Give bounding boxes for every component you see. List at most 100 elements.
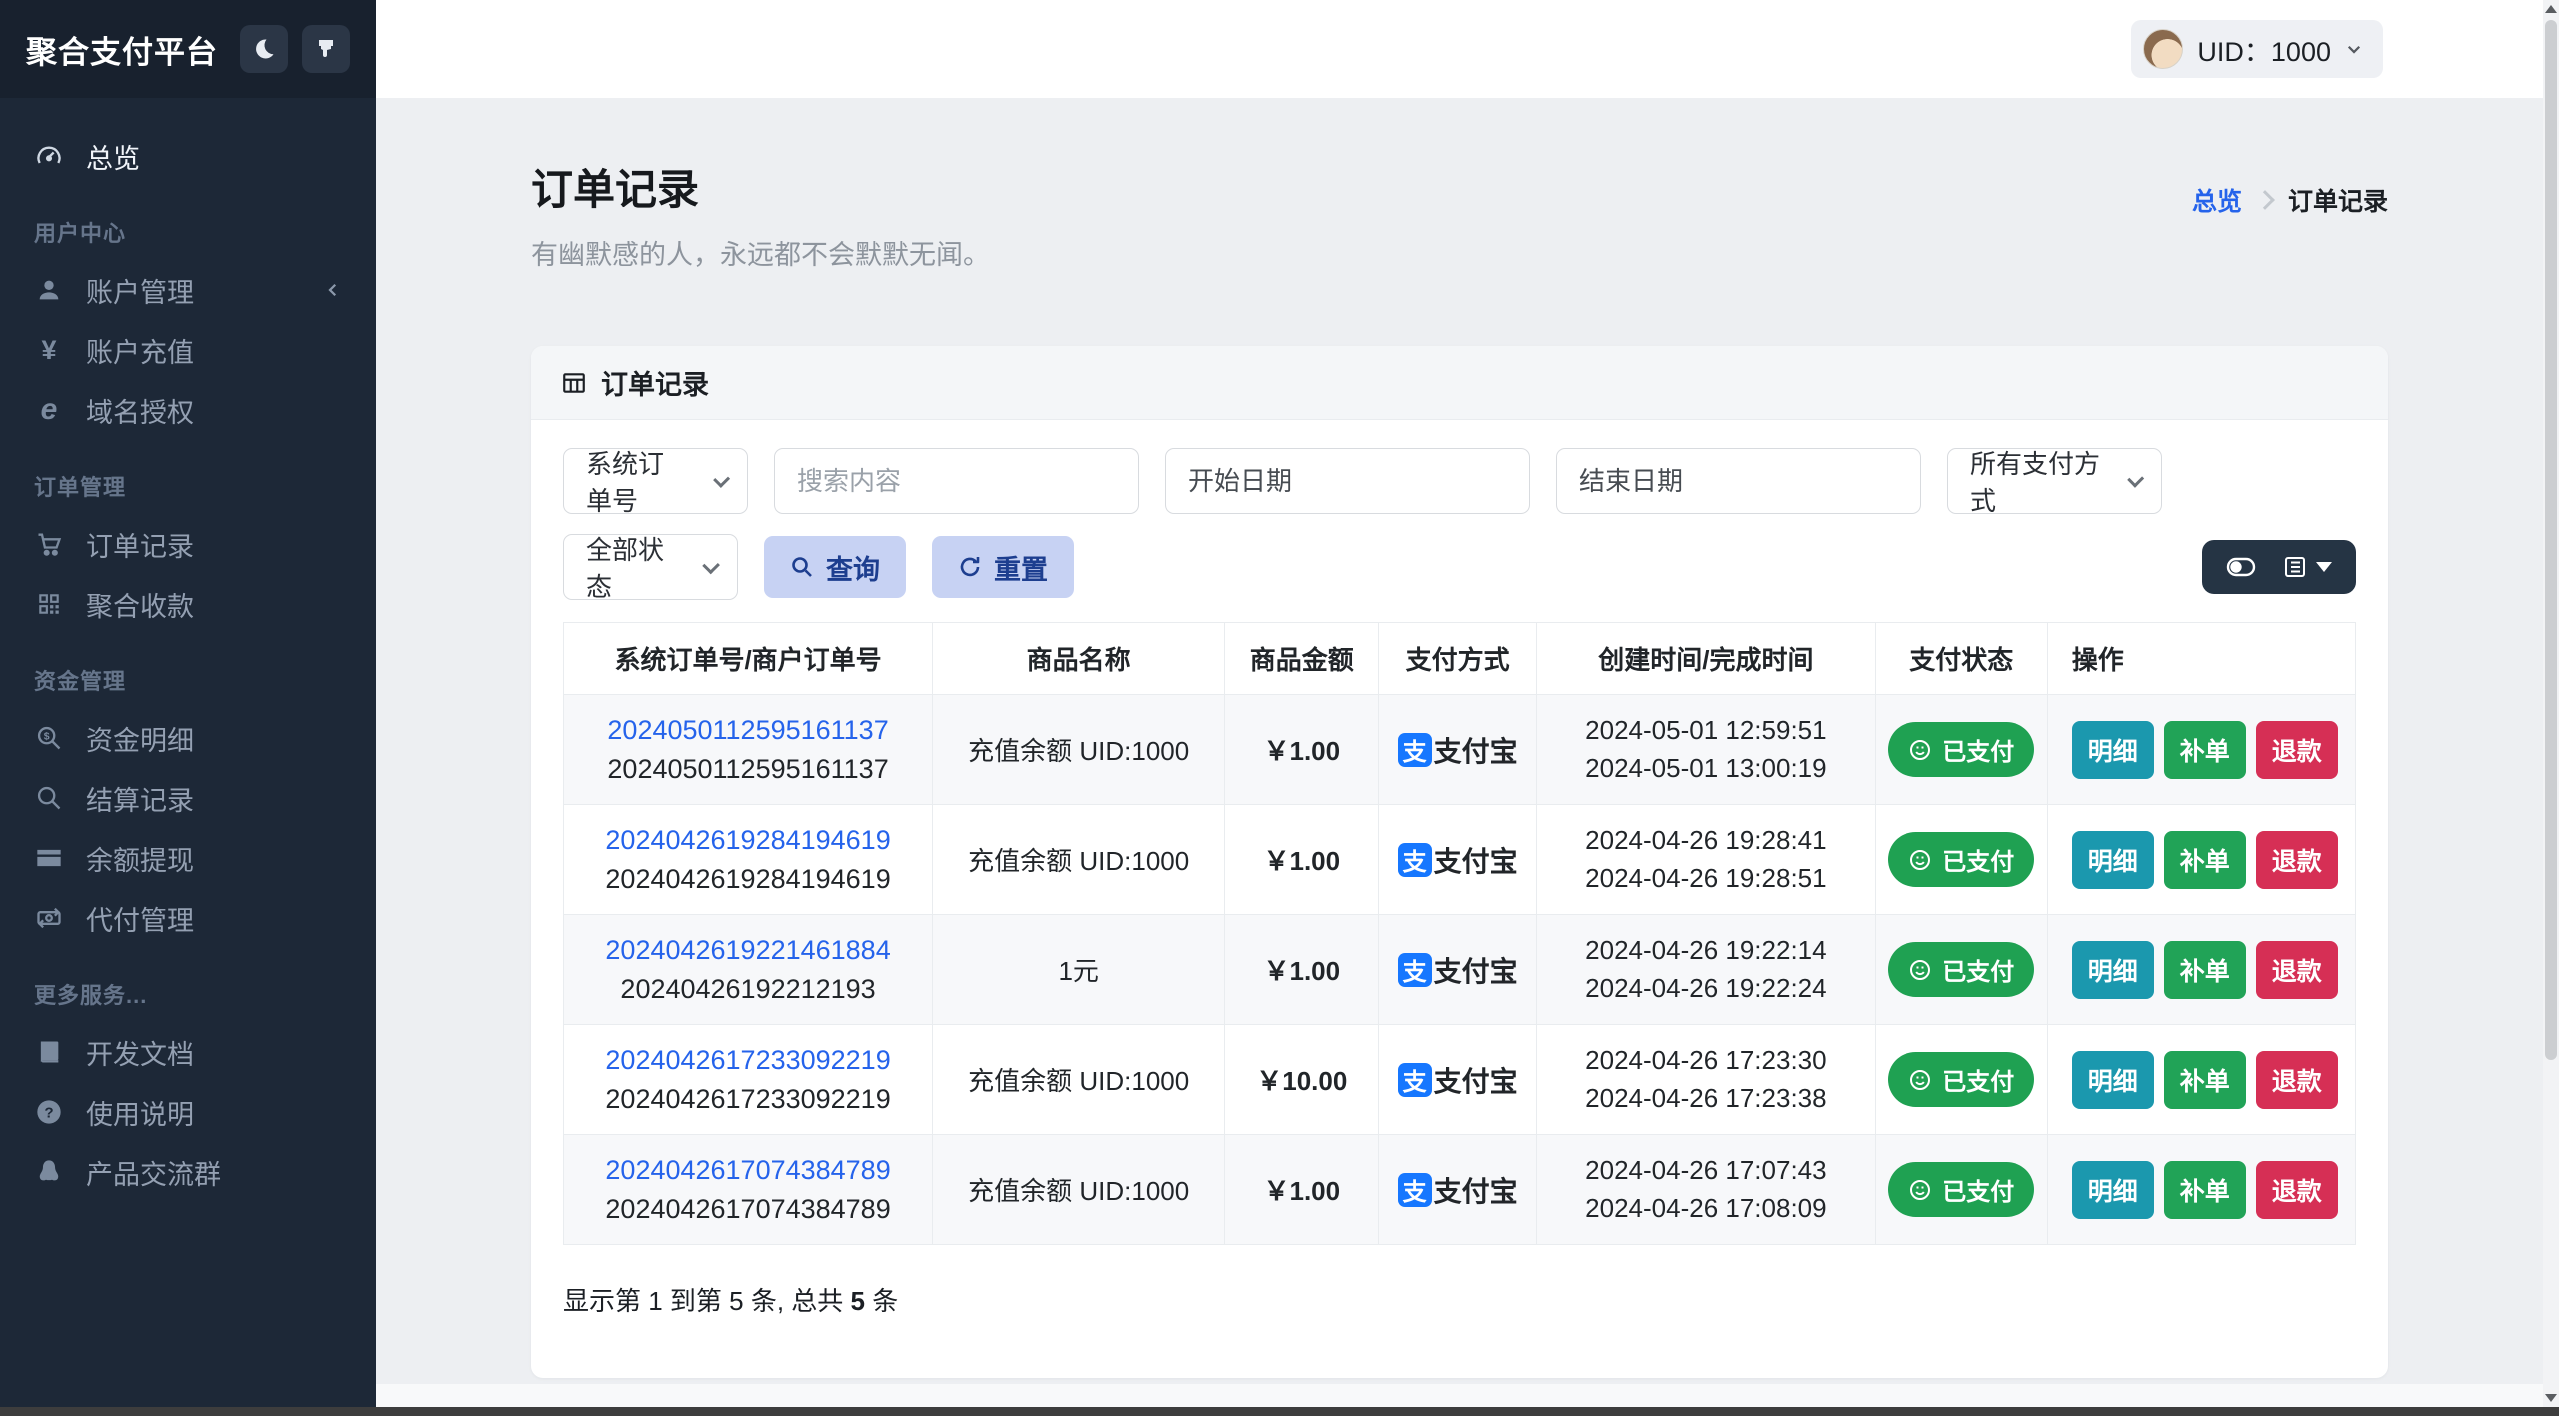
search-dollar-icon: $ [34,724,64,752]
breadcrumb-root[interactable]: 总览 [2192,182,2242,218]
svg-text:?: ? [44,1104,53,1121]
refund-button[interactable]: 退款 [2255,720,2338,779]
search-icon [34,784,64,812]
order-sys-link[interactable]: 2024042617233092219 [576,1045,920,1076]
search-type-select[interactable]: 系统订单号 [563,448,748,516]
reissue-button[interactable]: 补单 [2163,720,2246,779]
svg-text:$: $ [44,731,50,743]
detail-button[interactable]: 明细 [2071,1160,2154,1219]
pagination-summary: 显示第 1 到第 5 条, 总共 5 条 [563,1286,899,1316]
scroll-down-arrow[interactable] [2543,1389,2559,1407]
sidebar-item-dev-docs[interactable]: 开发文档 [0,1022,376,1082]
chevron-down-icon [713,470,731,488]
theme-button[interactable] [302,25,350,73]
sidebar-nav: 总览 用户中心 账户管理 ¥ 账户充值 e 域名授权 订单管理 订单记录 聚合收… [0,98,376,1202]
orders-card: 订单记录 系统订单号 所有支付方式 [531,346,2388,1378]
product-amount: ￥1.00 [1224,804,1380,915]
sidebar-item-label: 总览 [86,143,140,174]
status-select[interactable]: 全部状态 [563,534,738,602]
user-menu-button[interactable]: UID：1000 [2131,20,2383,78]
toggle-view-button[interactable] [2226,556,2256,578]
table-grid-icon [561,370,587,396]
chevron-right-icon [2255,190,2275,210]
reissue-button[interactable]: 补单 [2163,940,2246,999]
main-area: 订单记录 有幽默感的人，永远都不会默默无闻。 总览 订单记录 订单记录 系统订单… [376,98,2543,1386]
reissue-button[interactable]: 补单 [2163,1050,2246,1109]
reissue-button[interactable]: 补单 [2163,830,2246,889]
toggle-icon [2226,556,2256,578]
columns-dropdown-button[interactable] [2282,555,2332,579]
start-date-input[interactable] [1165,448,1530,514]
smiley-icon [1908,848,1932,872]
search-input[interactable] [774,448,1139,514]
detail-button[interactable]: 明细 [2071,830,2154,889]
table-toolbar [2202,540,2356,594]
order-mch-no: 20240426192212193 [620,973,876,1004]
col-order-no: 系统订单号/商户订单号 [562,622,934,695]
scrollbar-thumb[interactable] [2545,20,2557,1060]
sidebar-item-product-group[interactable]: 产品交流群 [0,1142,376,1202]
sidebar-item-balance-withdraw[interactable]: 余额提现 [0,828,376,888]
sidebar-item-fund-details[interactable]: $ 资金明细 [0,708,376,768]
end-date-input[interactable] [1556,448,1921,514]
pay-method-select[interactable]: 所有支付方式 [1947,448,2162,516]
status-badge: 已支付 [1888,1052,2035,1107]
chevron-down-icon [702,556,720,574]
detail-button[interactable]: 明细 [2071,940,2154,999]
detail-button[interactable]: 明细 [2071,1050,2154,1109]
reset-button[interactable]: 重置 [932,536,1074,598]
sidebar-item-overview[interactable]: 总览 [0,126,376,186]
orders-table: 系统订单号/商户订单号 商品名称 商品金额 支付方式 创建时间/完成时间 支付状… [562,622,2357,1245]
sidebar-item-usage-guide[interactable]: ? 使用说明 [0,1082,376,1142]
sidebar-item-label: 余额提现 [86,845,194,876]
sidebar-item-payout-manage[interactable]: 代付管理 [0,888,376,948]
refund-button[interactable]: 退款 [2255,1160,2338,1219]
scroll-up-arrow[interactable] [2543,0,2559,18]
col-amount: 商品金额 [1224,622,1380,695]
order-times: 2024-05-01 12:59:51 2024-05-01 13:00:19 [1536,694,1876,805]
table-header-row: 系统订单号/商户订单号 商品名称 商品金额 支付方式 创建时间/完成时间 支付状… [562,622,2357,695]
order-sys-link[interactable]: 2024042617074384789 [576,1155,920,1186]
sidebar-item-account-recharge[interactable]: ¥ 账户充值 [0,320,376,380]
sidebar-header: 聚合支付平台 [0,0,376,98]
smiley-icon [1908,1068,1932,1092]
table-row: 2024042619284194619 2024042619284194619 … [562,804,2357,915]
refund-button[interactable]: 退款 [2255,940,2338,999]
page-title: 订单记录 [531,166,700,213]
sidebar-item-label: 结算记录 [86,785,194,816]
order-sys-link[interactable]: 2024050112595161137 [576,715,920,746]
product-amount: ￥1.00 [1224,1134,1380,1245]
order-times: 2024-04-26 19:22:14 2024-04-26 19:22:24 [1536,914,1876,1025]
sidebar-item-order-records[interactable]: 订单记录 [0,514,376,574]
sidebar-item-settlement-records[interactable]: 结算记录 [0,768,376,828]
breadcrumb: 总览 订单记录 [2192,182,2388,218]
refund-button[interactable]: 退款 [2255,830,2338,889]
col-product: 商品名称 [932,622,1226,695]
order-mch-no: 2024050112595161137 [607,753,889,784]
sidebar-section-user: 用户中心 [34,221,127,246]
reissue-button[interactable]: 补单 [2163,1160,2246,1219]
status-value: 全部状态 [586,535,665,602]
sidebar-item-label: 账户充值 [86,337,194,368]
dark-mode-button[interactable] [240,25,288,73]
refund-button[interactable]: 退款 [2255,1050,2338,1109]
sidebar-item-label: 产品交流群 [86,1159,221,1190]
qrcode-icon [34,591,64,617]
sidebar-item-aggregate-collect[interactable]: 聚合收款 [0,574,376,634]
order-sys-link[interactable]: 2024042619284194619 [576,825,920,856]
detail-button[interactable]: 明细 [2071,720,2154,779]
sidebar-item-account-manage[interactable]: 账户管理 [0,260,376,320]
query-label: 查询 [826,554,880,585]
scrollbar[interactable] [2543,0,2559,1416]
col-status: 支付状态 [1874,622,2048,695]
order-times: 2024-04-26 17:07:43 2024-04-26 17:08:09 [1536,1134,1876,1245]
product-name: 充值余额 UID:1000 [932,1134,1226,1245]
query-button[interactable]: 查询 [764,536,906,598]
pay-method: 支支付宝 [1397,840,1518,880]
sidebar-item-domain-auth[interactable]: e 域名授权 [0,380,376,440]
row-actions: 明细 补单 退款 [2060,720,2343,779]
order-sys-link[interactable]: 2024042619221461884 [576,935,920,966]
user-icon [34,276,64,304]
topbar: UID：1000 [376,0,2543,98]
col-method: 支付方式 [1378,622,1538,695]
